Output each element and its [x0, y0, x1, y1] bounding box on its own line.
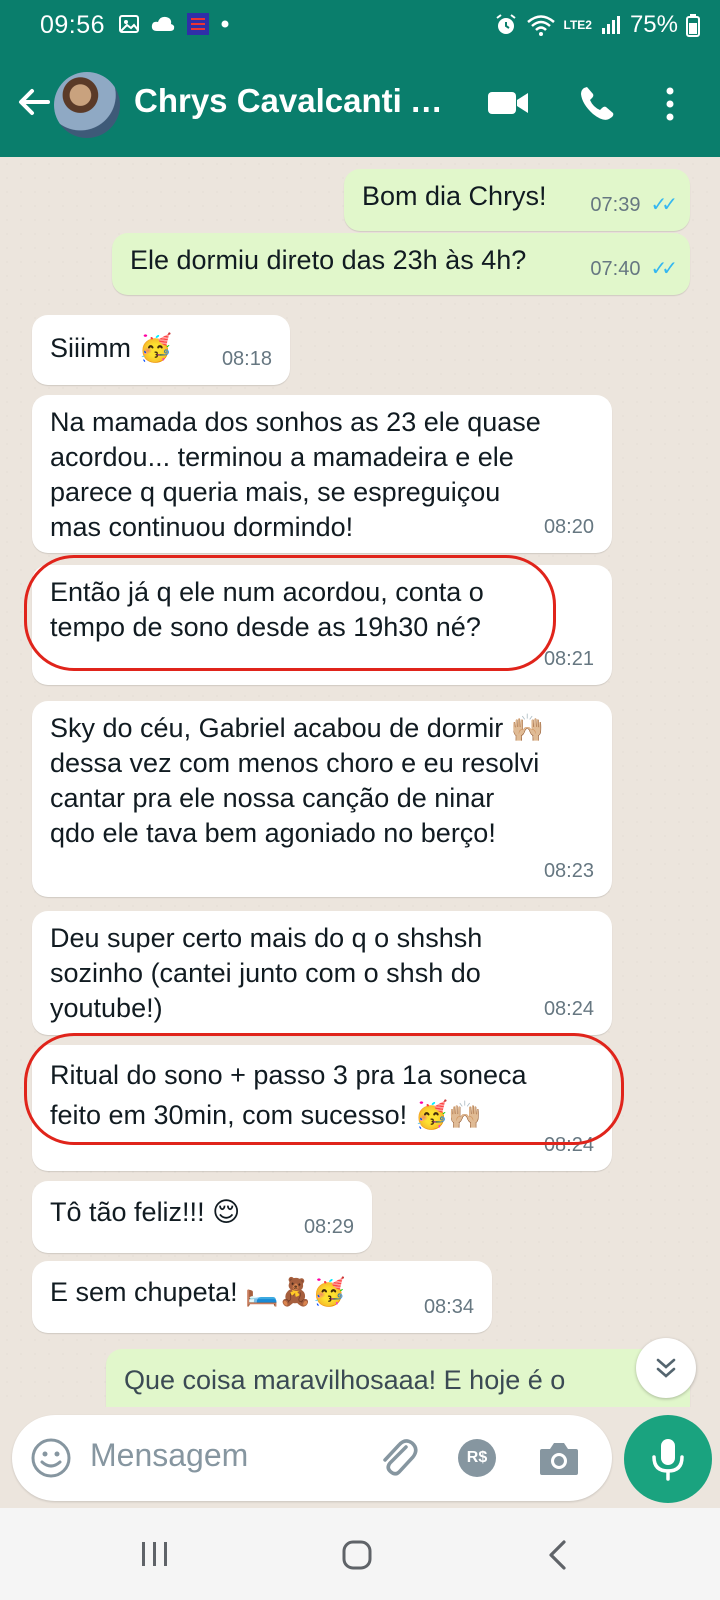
chat-area[interactable]: Bom dia Chrys! 07:39 ✓✓ Ele dormiu direto… — [0, 157, 720, 1407]
double-chevron-down-icon — [656, 1358, 676, 1378]
system-navigation-bar — [0, 1508, 720, 1600]
message-time: 08:29 — [303, 1216, 354, 1238]
message-bubble-incoming[interactable]: Na mamada dos sonhos as 23 ele quase aco… — [32, 395, 612, 553]
message-bubble-incoming[interactable]: E sem chupeta! 🛏️🧸🥳 08:34 — [32, 1261, 492, 1333]
read-ticks-icon: ✓✓ — [650, 194, 677, 216]
voice-call-icon[interactable] — [578, 84, 616, 122]
message-time: 08:34 — [423, 1296, 474, 1318]
message-time: 08:24 — [543, 1134, 594, 1156]
message-bubble-incoming[interactable]: Sky do céu, Gabriel acabou de dormir 🙌🏼 … — [32, 701, 612, 897]
message-time: 07:40 — [590, 258, 641, 280]
microphone-icon — [652, 1439, 684, 1481]
voice-message-button[interactable] — [624, 1415, 712, 1503]
chat-header: Chrys Cavalcanti Al... — [0, 60, 720, 150]
cloud-icon — [151, 16, 175, 31]
status-time: 09:56 — [40, 11, 106, 39]
message-input[interactable]: Mensagem — [90, 1437, 248, 1474]
gallery-icon — [119, 15, 139, 33]
message-time: 08:18 — [221, 348, 272, 370]
video-call-icon[interactable] — [486, 87, 530, 119]
camera-icon[interactable] — [538, 1439, 580, 1477]
contact-name[interactable]: Chrys Cavalcanti Al... — [134, 82, 464, 120]
message-time: 08:23 — [543, 860, 594, 882]
more-options-icon[interactable] — [664, 86, 676, 122]
message-bubble-incoming[interactable]: Então já q ele num acordou, conta o temp… — [32, 565, 612, 685]
message-time: 07:39 — [590, 194, 641, 216]
payment-button[interactable]: R$ — [458, 1439, 496, 1477]
message-time: 08:20 — [543, 516, 594, 538]
message-bubble-outgoing[interactable]: Que coisa maravilhosaaa! E hoje é o — [106, 1349, 690, 1407]
network-type: LTE2 — [563, 18, 592, 32]
top-bar: 09:56 LTE2 75% Chrys Cavalcanti Al... — [0, 0, 720, 157]
battery-icon — [686, 14, 700, 37]
message-bubble-incoming[interactable]: Ritual do sono + passo 3 pra 1a soneca f… — [32, 1045, 612, 1171]
battery-level: 75% — [629, 11, 678, 38]
message-bubble-incoming[interactable]: Siiimm 🥳 08:18 — [32, 315, 290, 385]
status-bar: 09:56 LTE2 75% — [0, 0, 720, 50]
read-ticks-icon: ✓✓ — [650, 258, 677, 280]
message-time: 08:21 — [543, 648, 594, 670]
contact-avatar[interactable] — [54, 72, 120, 138]
alarm-icon — [495, 14, 516, 34]
scroll-to-bottom-button[interactable] — [636, 1338, 696, 1398]
message-bubble-incoming[interactable]: Tô tão feliz!!! 😌 08:29 — [32, 1181, 372, 1253]
message-bubble-outgoing[interactable]: Ele dormiu direto das 23h às 4h? 07:40 ✓✓ — [112, 233, 690, 295]
attachment-icon[interactable] — [376, 1435, 420, 1481]
recent-apps-icon[interactable] — [138, 1538, 172, 1570]
message-bubble-outgoing[interactable]: Bom dia Chrys! 07:39 ✓✓ — [344, 169, 690, 231]
back-icon[interactable] — [544, 1538, 570, 1572]
dot-icon — [221, 20, 229, 28]
message-input-bar: Mensagem R$ — [12, 1415, 612, 1501]
wifi-icon — [526, 15, 555, 36]
message-time: 08:24 — [543, 998, 594, 1020]
emoji-icon[interactable] — [30, 1437, 72, 1479]
home-icon[interactable] — [340, 1538, 374, 1572]
message-bubble-incoming[interactable]: Deu super certo mais do q o shshsh sozin… — [32, 911, 612, 1035]
app-notification-icon — [187, 13, 209, 35]
back-arrow-icon[interactable] — [14, 82, 54, 122]
signal-icon — [601, 16, 620, 34]
currency-label: R$ — [466, 1449, 488, 1466]
